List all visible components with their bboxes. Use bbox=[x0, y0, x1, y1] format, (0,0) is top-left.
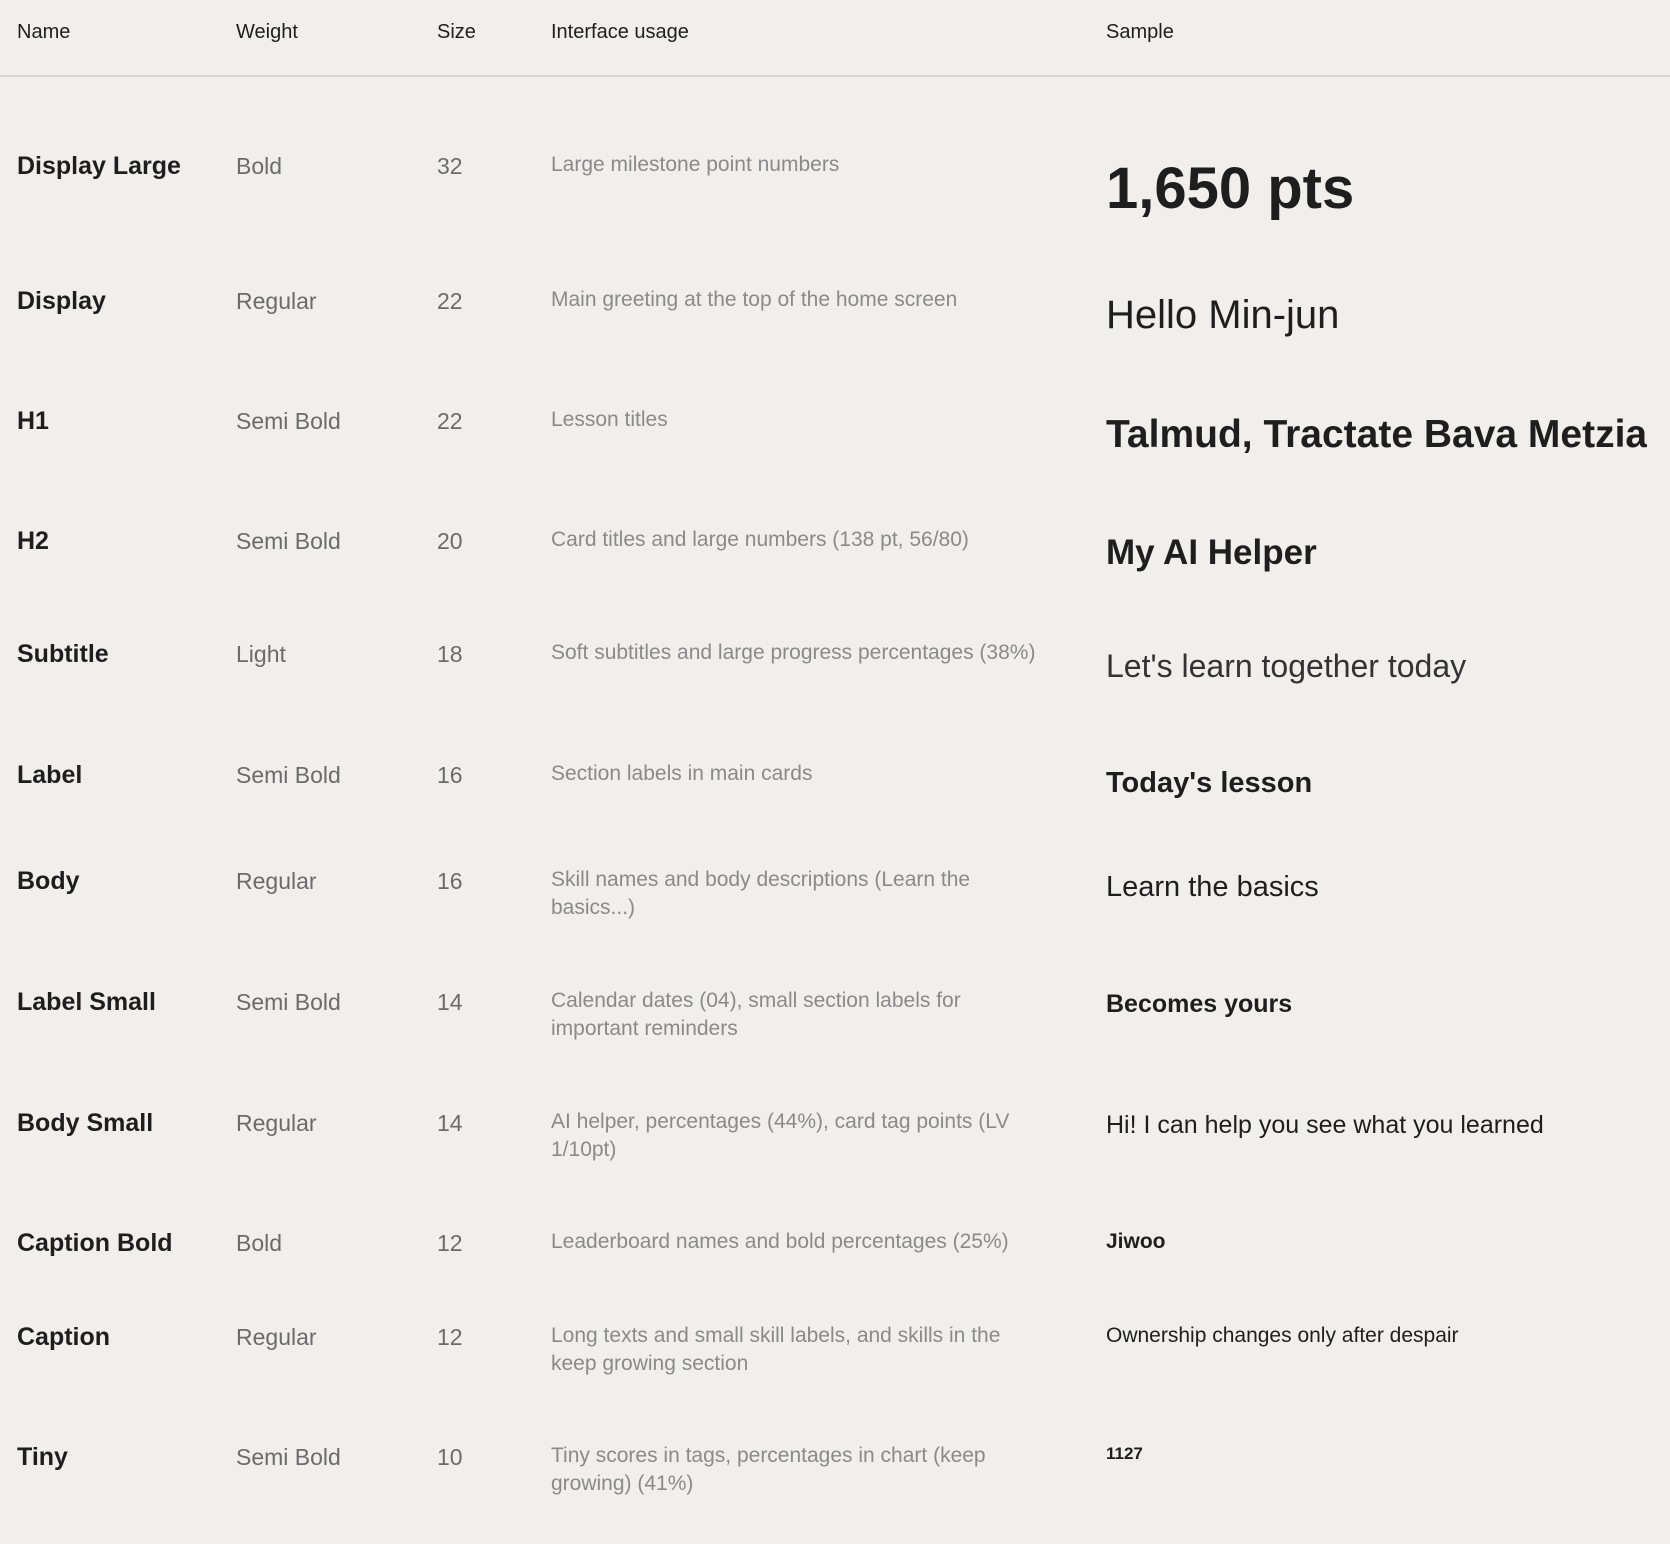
style-usage: Tiny scores in tags, percentages in char… bbox=[551, 1444, 986, 1495]
column-header-usage: Interface usage bbox=[551, 21, 689, 43]
style-size: 16 bbox=[437, 762, 463, 788]
style-name: Body Small bbox=[17, 1109, 154, 1137]
style-size: 22 bbox=[437, 408, 463, 434]
style-weight: Light bbox=[236, 641, 286, 667]
style-weight: Semi Bold bbox=[236, 1444, 341, 1470]
style-usage: Skill names and body descriptions (Learn… bbox=[551, 868, 971, 919]
style-size: 16 bbox=[437, 868, 463, 894]
style-name: Label Small bbox=[17, 988, 156, 1016]
style-usage: Large milestone point numbers bbox=[551, 153, 840, 176]
style-usage: Lesson titles bbox=[551, 408, 668, 431]
style-name: Label bbox=[17, 761, 83, 789]
style-name: H2 bbox=[17, 527, 49, 555]
style-weight: Regular bbox=[236, 868, 317, 894]
style-weight: Bold bbox=[236, 1230, 283, 1256]
style-sample: Learn the basics bbox=[1106, 871, 1319, 903]
style-size: 10 bbox=[437, 1444, 463, 1470]
style-weight: Semi Bold bbox=[236, 408, 341, 434]
style-sample: Let's learn together today bbox=[1106, 648, 1467, 684]
style-usage: Calendar dates (04), small section label… bbox=[551, 989, 961, 1040]
style-name: Caption Bold bbox=[17, 1229, 173, 1257]
style-usage: Section labels in main cards bbox=[551, 762, 813, 785]
style-usage: Soft subtitles and large progress percen… bbox=[551, 641, 1036, 664]
style-sample: Ownership changes only after despair bbox=[1106, 1324, 1459, 1347]
column-header-name: Name bbox=[17, 21, 71, 43]
style-weight: Semi Bold bbox=[236, 762, 341, 788]
style-size: 14 bbox=[437, 989, 463, 1015]
column-header-sample: Sample bbox=[1106, 21, 1174, 43]
style-sample: Hi! I can help you see what you learned bbox=[1106, 1111, 1544, 1139]
style-sample: My AI Helper bbox=[1106, 533, 1317, 572]
style-usage: Leaderboard names and bold percentages (… bbox=[551, 1230, 1009, 1253]
style-sample: 1127 bbox=[1106, 1444, 1143, 1463]
style-size: 32 bbox=[437, 153, 463, 179]
style-name: H1 bbox=[17, 407, 49, 435]
style-usage: Long texts and small skill labels, and s… bbox=[551, 1324, 1001, 1375]
style-size: 14 bbox=[437, 1110, 463, 1136]
style-name: Display bbox=[17, 287, 106, 315]
style-usage: Card titles and large numbers (138 pt, 5… bbox=[551, 528, 969, 551]
style-usage: AI helper, percentages (44%), card tag p… bbox=[551, 1110, 1010, 1161]
table-header: Name Weight Size Interface usage Sample bbox=[0, 0, 1670, 77]
style-sample: Today's lesson bbox=[1106, 767, 1313, 799]
style-sample: Hello Min-jun bbox=[1106, 293, 1340, 337]
column-header-weight: Weight bbox=[236, 21, 298, 43]
style-name: Subtitle bbox=[17, 640, 109, 668]
style-sample: Talmud, Tractate Bava Metzia bbox=[1106, 413, 1648, 456]
column-header-size: Size bbox=[437, 21, 476, 43]
style-size: 12 bbox=[437, 1230, 463, 1256]
style-usage: Main greeting at the top of the home scr… bbox=[551, 288, 958, 311]
style-weight: Semi Bold bbox=[236, 989, 341, 1015]
style-weight: Regular bbox=[236, 288, 317, 314]
style-size: 22 bbox=[437, 288, 463, 314]
style-weight: Semi Bold bbox=[236, 528, 341, 554]
style-name: Tiny bbox=[17, 1443, 68, 1471]
style-name: Caption bbox=[17, 1323, 111, 1351]
style-weight: Regular bbox=[236, 1110, 317, 1136]
style-weight: Bold bbox=[236, 153, 283, 179]
style-name: Display Large bbox=[17, 152, 181, 180]
style-weight: Regular bbox=[236, 1324, 317, 1350]
style-sample: 1,650 pts bbox=[1106, 156, 1355, 221]
style-sample: Jiwoo bbox=[1106, 1230, 1166, 1253]
style-name: Body bbox=[17, 867, 80, 895]
style-size: 20 bbox=[437, 528, 463, 554]
style-sample: Becomes yours bbox=[1106, 990, 1293, 1018]
style-size: 12 bbox=[437, 1324, 463, 1350]
style-size: 18 bbox=[437, 641, 463, 667]
